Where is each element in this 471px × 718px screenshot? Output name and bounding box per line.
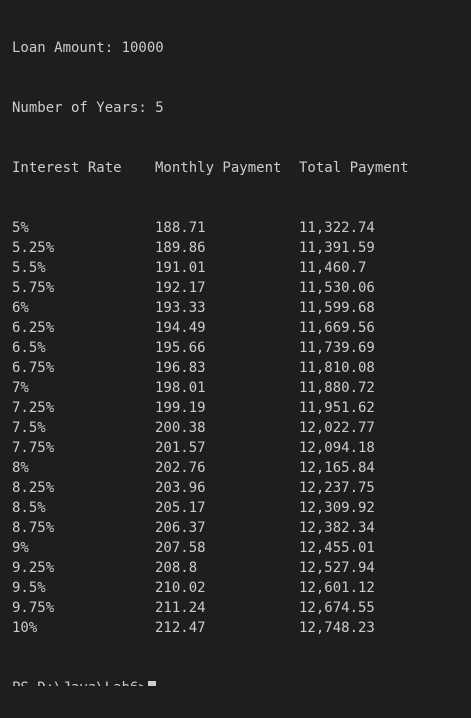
monthly-payment-cell: 210.02	[155, 580, 206, 596]
interest-rate-cell: 7.5%	[12, 420, 46, 436]
total-payment-cell: 11,739.69	[299, 340, 375, 356]
monthly-payment-cell: 202.76	[155, 460, 206, 476]
monthly-payment-cell: 194.49	[155, 320, 206, 336]
terminal-output[interactable]: Loan Amount: 10000 Number of Years: 5 In…	[12, 0, 471, 718]
interest-rate-cell: 8.5%	[12, 500, 46, 516]
loan-amount-line: Loan Amount: 10000	[12, 40, 164, 56]
table-row: 6.5% 195.66 11,739.69	[12, 338, 471, 358]
total-payment-cell: 11,951.62	[299, 400, 375, 416]
total-payment-cell: 12,674.55	[299, 600, 375, 616]
interest-rate-cell: 5%	[12, 220, 29, 236]
total-payment-cell: 11,460.7	[299, 260, 367, 276]
total-payment-cell: 12,527.94	[299, 560, 375, 576]
total-payment-cell: 12,165.84	[299, 460, 375, 476]
table-row: 7.5% 200.38 12,022.77	[12, 418, 471, 438]
table-rows: 5% 188.71 11,322.74 5.25% 189.86 11,391.59 5.5…	[12, 218, 471, 638]
table-row: 6.75% 196.83 11,810.08	[12, 358, 471, 378]
table-row: 9.75% 211.24 12,674.55	[12, 598, 471, 618]
interest-rate-cell: 7.75%	[12, 440, 55, 456]
total-payment-cell: 11,391.59	[299, 240, 375, 256]
monthly-payment-cell: 200.38	[155, 420, 206, 436]
monthly-payment-cell: 196.83	[155, 360, 206, 376]
total-payment-cell: 11,322.74	[299, 220, 375, 236]
table-row: 8% 202.76 12,165.84	[12, 458, 471, 478]
total-payment-cell: 11,599.68	[299, 300, 375, 316]
total-payment-cell: 12,455.01	[299, 540, 375, 556]
monthly-payment-cell: 189.86	[155, 240, 206, 256]
table-row: 9.25% 208.8 12,527.94	[12, 558, 471, 578]
interest-rate-cell: 9.25%	[12, 560, 55, 576]
monthly-payment-cell: 192.17	[155, 280, 206, 296]
table-row: 7% 198.01 11,880.72	[12, 378, 471, 398]
interest-rate-cell: 10%	[12, 620, 38, 636]
interest-rate-cell: 8.75%	[12, 520, 55, 536]
header-monthly-payment: Monthly Payment	[155, 160, 282, 176]
table-row: 7.25% 199.19 11,951.62	[12, 398, 471, 418]
total-payment-cell: 12,022.77	[299, 420, 375, 436]
monthly-payment-cell: 205.17	[155, 500, 206, 516]
table-row: 8.5% 205.17 12,309.92	[12, 498, 471, 518]
monthly-payment-cell: 211.24	[155, 600, 206, 616]
total-payment-cell: 11,669.56	[299, 320, 375, 336]
interest-rate-cell: 6.75%	[12, 360, 55, 376]
total-payment-cell: 12,748.23	[299, 620, 375, 636]
interest-rate-cell: 8%	[12, 460, 29, 476]
total-payment-cell: 11,810.08	[299, 360, 375, 376]
interest-rate-cell: 7%	[12, 380, 29, 396]
table-row: 6% 193.33 11,599.68	[12, 298, 471, 318]
monthly-payment-cell: 203.96	[155, 480, 206, 496]
total-payment-cell: 11,880.72	[299, 380, 375, 396]
prompt-text: PS D:\Java\Lab6>	[12, 680, 147, 696]
interest-rate-cell: 8.25%	[12, 480, 55, 496]
interest-rate-cell: 5.25%	[12, 240, 55, 256]
prompt-line[interactable]: PS D:\Java\Lab6>	[12, 678, 471, 696]
years-line: Number of Years: 5	[12, 100, 164, 116]
table-row: 9% 207.58 12,455.01	[12, 538, 471, 558]
monthly-payment-cell: 188.71	[155, 220, 206, 236]
table-row: 8.75% 206.37 12,382.34	[12, 518, 471, 538]
interest-rate-cell: 9%	[12, 540, 29, 556]
table-header: Interest Rate Monthly Payment Total Paym…	[12, 158, 471, 178]
total-payment-cell: 12,094.18	[299, 440, 375, 456]
monthly-payment-cell: 212.47	[155, 620, 206, 636]
interest-rate-cell: 6.5%	[12, 340, 46, 356]
total-payment-cell: 12,309.92	[299, 500, 375, 516]
table-row: 5.25% 189.86 11,391.59	[12, 238, 471, 258]
total-payment-cell: 12,601.12	[299, 580, 375, 596]
monthly-payment-cell: 208.8	[155, 560, 198, 576]
header-total-payment: Total Payment	[299, 160, 409, 176]
table-row: 10% 212.47 12,748.23	[12, 618, 471, 638]
text-cursor	[147, 681, 156, 686]
monthly-payment-cell: 207.58	[155, 540, 206, 556]
monthly-payment-cell: 199.19	[155, 400, 206, 416]
table-row: 6.25% 194.49 11,669.56	[12, 318, 471, 338]
table-row: 9.5% 210.02 12,601.12	[12, 578, 471, 598]
interest-rate-cell: 7.25%	[12, 400, 55, 416]
interest-rate-cell: 5.75%	[12, 280, 55, 296]
header-interest-rate: Interest Rate	[12, 160, 122, 176]
table-row: 5% 188.71 11,322.74	[12, 218, 471, 238]
monthly-payment-cell: 191.01	[155, 260, 206, 276]
interest-rate-cell: 6%	[12, 300, 29, 316]
monthly-payment-cell: 198.01	[155, 380, 206, 396]
interest-rate-cell: 5.5%	[12, 260, 46, 276]
monthly-payment-cell: 195.66	[155, 340, 206, 356]
interest-rate-cell: 9.75%	[12, 600, 55, 616]
monthly-payment-cell: 193.33	[155, 300, 206, 316]
total-payment-cell: 12,237.75	[299, 480, 375, 496]
table-row: 7.75% 201.57 12,094.18	[12, 438, 471, 458]
interest-rate-cell: 6.25%	[12, 320, 55, 336]
table-row: 5.5% 191.01 11,460.7	[12, 258, 471, 278]
total-payment-cell: 11,530.06	[299, 280, 375, 296]
table-row: 5.75% 192.17 11,530.06	[12, 278, 471, 298]
table-row: 8.25% 203.96 12,237.75	[12, 478, 471, 498]
monthly-payment-cell: 201.57	[155, 440, 206, 456]
monthly-payment-cell: 206.37	[155, 520, 206, 536]
interest-rate-cell: 9.5%	[12, 580, 46, 596]
total-payment-cell: 12,382.34	[299, 520, 375, 536]
